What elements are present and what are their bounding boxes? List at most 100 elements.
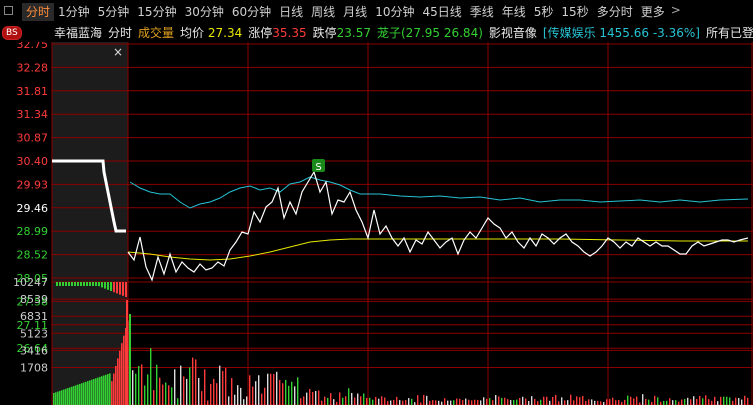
- volume-bar: [113, 373, 115, 405]
- volume-bar: [609, 399, 611, 405]
- volume-bar: [165, 382, 167, 405]
- intraday-chart[interactable]: 32.75 32.28 31.81 31.34 30.87 30.40 29.93 28.99…: [0, 42, 753, 405]
- volume-tick: 6831: [20, 310, 48, 323]
- volume-bar: [62, 282, 64, 286]
- volume-bar: [246, 396, 248, 405]
- volume-bar: [357, 393, 359, 405]
- volume-bar: [438, 400, 440, 405]
- volume-bar: [663, 400, 665, 405]
- tab-5[interactable]: 60分钟: [228, 3, 275, 21]
- more-arrow-icon[interactable]: >: [671, 3, 681, 21]
- index-line: [129, 176, 749, 209]
- tab-14[interactable]: 15秒: [557, 3, 592, 21]
- volume-bar: [71, 386, 73, 405]
- volume-bar: [444, 398, 446, 405]
- stock-name[interactable]: 幸福蓝海: [54, 24, 102, 42]
- volume-bar: [138, 365, 140, 405]
- volume-bar: [723, 396, 725, 405]
- index-text[interactable]: [传媒娱乐 1455.66 -3.36%]: [543, 24, 700, 42]
- volume-bar: [192, 357, 194, 405]
- volume-bar: [693, 396, 695, 405]
- volume-bar: [153, 390, 155, 405]
- volume-bar: [591, 399, 593, 405]
- volume-bar: [384, 397, 386, 405]
- price-tick: 28.99: [17, 225, 49, 238]
- tab-2[interactable]: 5分钟: [94, 3, 134, 21]
- tab-12[interactable]: 年线: [498, 3, 530, 21]
- sector-label[interactable]: 影视音像: [489, 24, 537, 42]
- volume-tick: 1708: [20, 362, 48, 375]
- volume-bar: [504, 397, 506, 405]
- tab-16[interactable]: 更多: [637, 3, 669, 21]
- range-label: 茏子(27.95 26.84): [377, 26, 483, 40]
- tab-7[interactable]: 周线: [307, 3, 339, 21]
- volume-bar: [432, 400, 434, 405]
- volume-bar: [95, 282, 97, 286]
- bs-badge[interactable]: BS: [2, 26, 22, 40]
- volume-bar: [435, 400, 437, 405]
- volume-bar: [234, 394, 236, 405]
- volume-bar: [159, 377, 161, 405]
- close-icon[interactable]: ×: [113, 45, 123, 59]
- volume-bar: [109, 373, 111, 405]
- volume-bar: [594, 400, 596, 405]
- volume-bar: [489, 398, 491, 405]
- volume-bar: [705, 395, 707, 405]
- volume-bar: [83, 282, 85, 286]
- volume-bar: [59, 282, 61, 286]
- volume-label[interactable]: 成交量: [138, 24, 174, 42]
- price-tick: 29.46: [17, 202, 49, 215]
- volume-bar: [657, 397, 659, 405]
- volume-bar: [294, 386, 296, 405]
- volume-bar: [597, 400, 599, 405]
- volume-bar: [666, 400, 668, 405]
- tab-0[interactable]: 分时: [22, 3, 55, 21]
- tab-3[interactable]: 15分钟: [133, 3, 180, 21]
- signal-marker[interactable]: S: [312, 159, 325, 173]
- tab-10[interactable]: 45日线: [418, 3, 465, 21]
- volume-bar: [645, 398, 647, 405]
- volume-bar: [654, 395, 656, 405]
- panel-checkbox[interactable]: [4, 6, 13, 15]
- volume-bar: [717, 401, 719, 405]
- volume-bar: [56, 282, 58, 286]
- volume-bar: [122, 282, 124, 296]
- volume-bar: [297, 377, 299, 405]
- volume-bar: [111, 381, 113, 405]
- price-tick: 32.75: [17, 42, 49, 51]
- price-lines: [52, 159, 749, 282]
- limit-up-label: 涨停: [248, 26, 273, 40]
- volume-bar: [477, 399, 479, 405]
- tab-13[interactable]: 5秒: [530, 3, 558, 21]
- volume-bar: [68, 282, 70, 286]
- volume-bars: [53, 282, 749, 405]
- volume-bar: [318, 390, 320, 405]
- tab-6[interactable]: 日线: [275, 3, 307, 21]
- volume-bar: [708, 399, 710, 405]
- tab-15[interactable]: 多分时: [593, 3, 637, 21]
- account-label[interactable]: 所有已登录账户: [706, 24, 753, 42]
- volume-bar: [537, 401, 539, 405]
- volume-bar: [465, 398, 467, 405]
- volume-bar: [147, 374, 149, 405]
- tab-1[interactable]: 1分钟: [54, 3, 94, 21]
- volume-bar: [65, 282, 67, 286]
- volume-bar: [450, 400, 452, 405]
- volume-bar: [615, 400, 617, 405]
- volume-bar: [363, 393, 365, 405]
- volume-bar: [119, 350, 121, 405]
- volume-bar: [103, 375, 105, 405]
- volume-bar: [327, 397, 329, 405]
- volume-bar: [387, 401, 389, 405]
- tab-9[interactable]: 10分钟: [371, 3, 418, 21]
- volume-bar: [483, 397, 485, 405]
- volume-bar: [699, 395, 701, 405]
- volume-bar: [144, 385, 146, 405]
- tab-4[interactable]: 30分钟: [181, 3, 228, 21]
- volume-bar: [119, 282, 121, 295]
- tab-11[interactable]: 季线: [466, 3, 498, 21]
- tab-8[interactable]: 月线: [339, 3, 371, 21]
- volume-bar: [600, 401, 602, 405]
- volume-bar: [330, 393, 332, 405]
- volume-bar: [168, 385, 170, 405]
